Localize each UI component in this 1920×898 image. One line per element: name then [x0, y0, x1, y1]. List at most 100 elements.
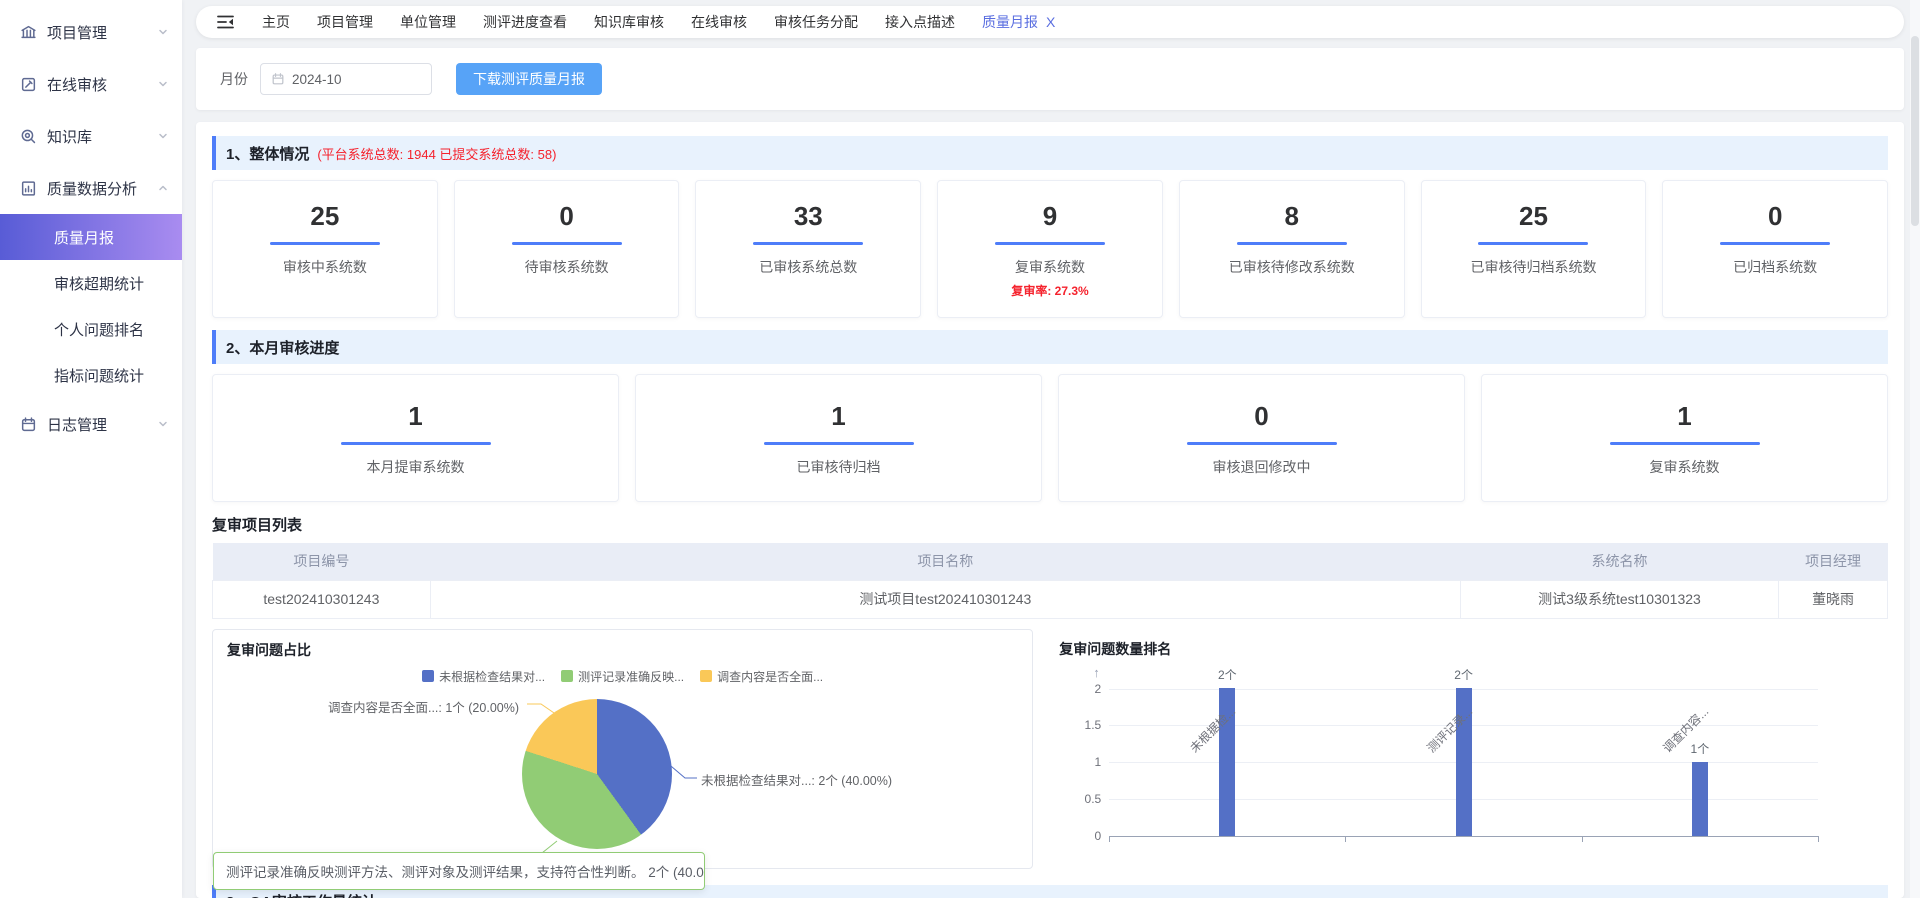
section-2-header: 2、本月审核进度 — [212, 330, 1888, 364]
sidebar-item-knowledge-base[interactable]: 知识库 — [0, 110, 182, 162]
tab-close-icon[interactable]: X — [1046, 14, 1055, 30]
stat-card-month-re-review: 1 复审系统数 — [1481, 374, 1888, 502]
stat-card-month-pending-archive: 1 已审核待归档 — [635, 374, 1042, 502]
online-review-icon — [20, 76, 37, 93]
legend-label: 测评记录准确反映... — [578, 668, 684, 685]
stat-label: 已审核待归档 — [636, 457, 1041, 477]
stat-value: 0 — [1663, 201, 1887, 232]
column-project-name: 项目名称 — [430, 543, 1460, 580]
sidebar-subitem-label: 个人问题排名 — [54, 319, 144, 340]
sidebar-subitem-indicator-issue-stats[interactable]: 指标问题统计 — [0, 352, 182, 398]
cell-project-manager: 董晓雨 — [1779, 580, 1888, 618]
tab-review-task-assignment[interactable]: 审核任务分配 — [774, 12, 858, 32]
legend-item[interactable]: 测评记录准确反映... — [561, 668, 684, 685]
stat-card-month-returned: 0 审核退回修改中 — [1058, 374, 1465, 502]
re-review-issue-ratio-panel: 复审问题占比 未根据检查结果对... 测评记录准确反映... 调查内容是否全面.… — [212, 629, 1033, 869]
stat-card-re-review: 9 复审系统数 复审率: 27.3% — [937, 180, 1163, 318]
sidebar-subitem-label: 质量月报 — [54, 227, 114, 248]
sidebar-item-project-management[interactable]: 项目管理 — [0, 6, 182, 58]
pie-legend: 未根据检查结果对... 测评记录准确反映... 调查内容是否全面... — [227, 668, 1018, 685]
tab-access-point-description[interactable]: 接入点描述 — [885, 12, 955, 32]
tab-home[interactable]: 主页 — [262, 12, 290, 32]
sidebar-item-label: 日志管理 — [47, 414, 158, 435]
data-analysis-icon — [20, 180, 37, 197]
pie-graphic[interactable] — [522, 699, 672, 849]
vertical-scrollbar — [1910, 0, 1920, 898]
cell-project-no: test202410301243 — [213, 580, 431, 618]
column-project-no: 项目编号 — [213, 543, 431, 580]
log-icon — [20, 416, 37, 433]
stat-label: 本月提审系统数 — [213, 457, 618, 477]
section-1-title: 1、整体情况 — [226, 143, 309, 164]
legend-label: 未根据检查结果对... — [439, 668, 545, 685]
stat-card-pending-archive: 25 已审核待归档系统数 — [1421, 180, 1647, 318]
tab-online-review[interactable]: 在线审核 — [691, 12, 747, 32]
sidebar-item-label: 知识库 — [47, 126, 158, 147]
stat-card-pending-review: 0 待审核系统数 — [454, 180, 680, 318]
stat-label: 审核退回修改中 — [1059, 457, 1464, 477]
stat-label: 已审核系统总数 — [696, 257, 920, 277]
bar-survey[interactable] — [1692, 762, 1708, 836]
y-tick: 1 — [1065, 755, 1101, 769]
main-content: 主页 项目管理 单位管理 测评进度查看 知识库审核 在线审核 审核任务分配 接入… — [182, 0, 1920, 898]
section-1-header: 1、整体情况 (平台系统总数: 1944 已提交系统总数: 58) — [212, 136, 1888, 170]
column-system-name: 系统名称 — [1460, 543, 1778, 580]
stat-value: 33 — [696, 201, 920, 232]
charts-row: 复审问题占比 未根据检查结果对... 测评记录准确反映... 调查内容是否全面.… — [212, 629, 1888, 869]
sidebar-item-label: 质量数据分析 — [47, 178, 158, 199]
stat-card-archived: 0 已归档系统数 — [1662, 180, 1888, 318]
sidebar-subitem-label: 指标问题统计 — [54, 365, 144, 386]
column-project-manager: 项目经理 — [1779, 543, 1888, 580]
chevron-down-icon — [158, 131, 168, 141]
legend-swatch — [422, 670, 434, 682]
download-monthly-report-button[interactable]: 下载测评质量月报 — [456, 63, 602, 95]
stat-label: 待审核系统数 — [455, 257, 679, 277]
stat-label: 复审系统数 — [938, 257, 1162, 277]
tab-knowledge-review[interactable]: 知识库审核 — [594, 12, 664, 32]
section-2-title: 2、本月审核进度 — [226, 337, 339, 358]
legend-item[interactable]: 未根据检查结果对... — [422, 668, 545, 685]
sidebar-subitem-quality-monthly-report[interactable]: 质量月报 — [0, 214, 182, 260]
section-1-subtitle: (平台系统总数: 1944 已提交系统总数: 58) — [317, 144, 556, 163]
month-input[interactable] — [292, 72, 421, 87]
collapse-menu-icon[interactable] — [216, 14, 235, 30]
sidebar-item-label: 在线审核 — [47, 74, 158, 95]
re-review-issue-ranking-panel: 复审问题数量排名 ↑ 2 1.5 1 0.5 0 2个 2个 — [1059, 629, 1888, 869]
sidebar-item-log-management[interactable]: 日志管理 — [0, 398, 182, 450]
y-tick: 1.5 — [1065, 718, 1101, 732]
table-header-row: 项目编号 项目名称 系统名称 项目经理 — [213, 543, 1888, 580]
pie-chart-title: 复审问题占比 — [227, 640, 1018, 660]
chevron-up-icon — [158, 183, 168, 193]
tab-label: 质量月报 — [982, 12, 1038, 32]
stat-value: 25 — [1422, 201, 1646, 232]
bar-plot: ↑ 2 1.5 1 0.5 0 2个 2个 1个 — [1109, 689, 1818, 837]
stat-label: 已审核待修改系统数 — [1180, 257, 1404, 277]
report-card: 1、整体情况 (平台系统总数: 1944 已提交系统总数: 58) 25 审核中… — [196, 122, 1904, 898]
pie-callout-survey: 调查内容是否全面...: 1个 (20.00%) — [227, 697, 519, 716]
y-axis-arrow-icon: ↑ — [1093, 665, 1100, 680]
tab-unit-management[interactable]: 单位管理 — [400, 12, 456, 32]
stat-card-month-submitted: 1 本月提审系统数 — [212, 374, 619, 502]
legend-item[interactable]: 调查内容是否全面... — [700, 668, 823, 685]
stat-value: 1 — [213, 401, 618, 432]
re-review-table: 项目编号 项目名称 系统名称 项目经理 test202410301243 测试项… — [212, 543, 1888, 619]
month-picker[interactable] — [260, 63, 432, 95]
sidebar-item-quality-data-analysis[interactable]: 质量数据分析 — [0, 162, 182, 214]
stat-value: 1 — [1482, 401, 1887, 432]
month-cards-row: 1 本月提审系统数 1 已审核待归档 0 审核退回修改中 1 复审系统数 — [212, 374, 1888, 502]
y-tick: 0.5 — [1065, 792, 1101, 806]
tab-quality-monthly-report[interactable]: 质量月报 X — [982, 12, 1055, 32]
sidebar-subitem-personal-issue-ranking[interactable]: 个人问题排名 — [0, 306, 182, 352]
stat-value: 0 — [455, 201, 679, 232]
pie-chart-area: 调查内容是否全面...: 1个 (20.00%) 未根据检查结果对...: 2个… — [227, 689, 1018, 869]
stat-value: 25 — [213, 201, 437, 232]
pie-callout-not-per-check: 未根据检查结果对...: 2个 (40.00%) — [701, 770, 892, 789]
tab-project-management[interactable]: 项目管理 — [317, 12, 373, 32]
tab-evaluation-progress[interactable]: 测评进度查看 — [483, 12, 567, 32]
sidebar-item-online-review[interactable]: 在线审核 — [0, 58, 182, 110]
sidebar: 项目管理 在线审核 知识库 质量数据分析 质量月报 审核超期统计 个人问题排名 … — [0, 0, 182, 898]
knowledge-icon — [20, 128, 37, 145]
scrollbar-thumb[interactable] — [1911, 36, 1919, 226]
sidebar-subitem-review-overdue-stats[interactable]: 审核超期统计 — [0, 260, 182, 306]
re-review-table-title: 复审项目列表 — [212, 514, 1888, 535]
